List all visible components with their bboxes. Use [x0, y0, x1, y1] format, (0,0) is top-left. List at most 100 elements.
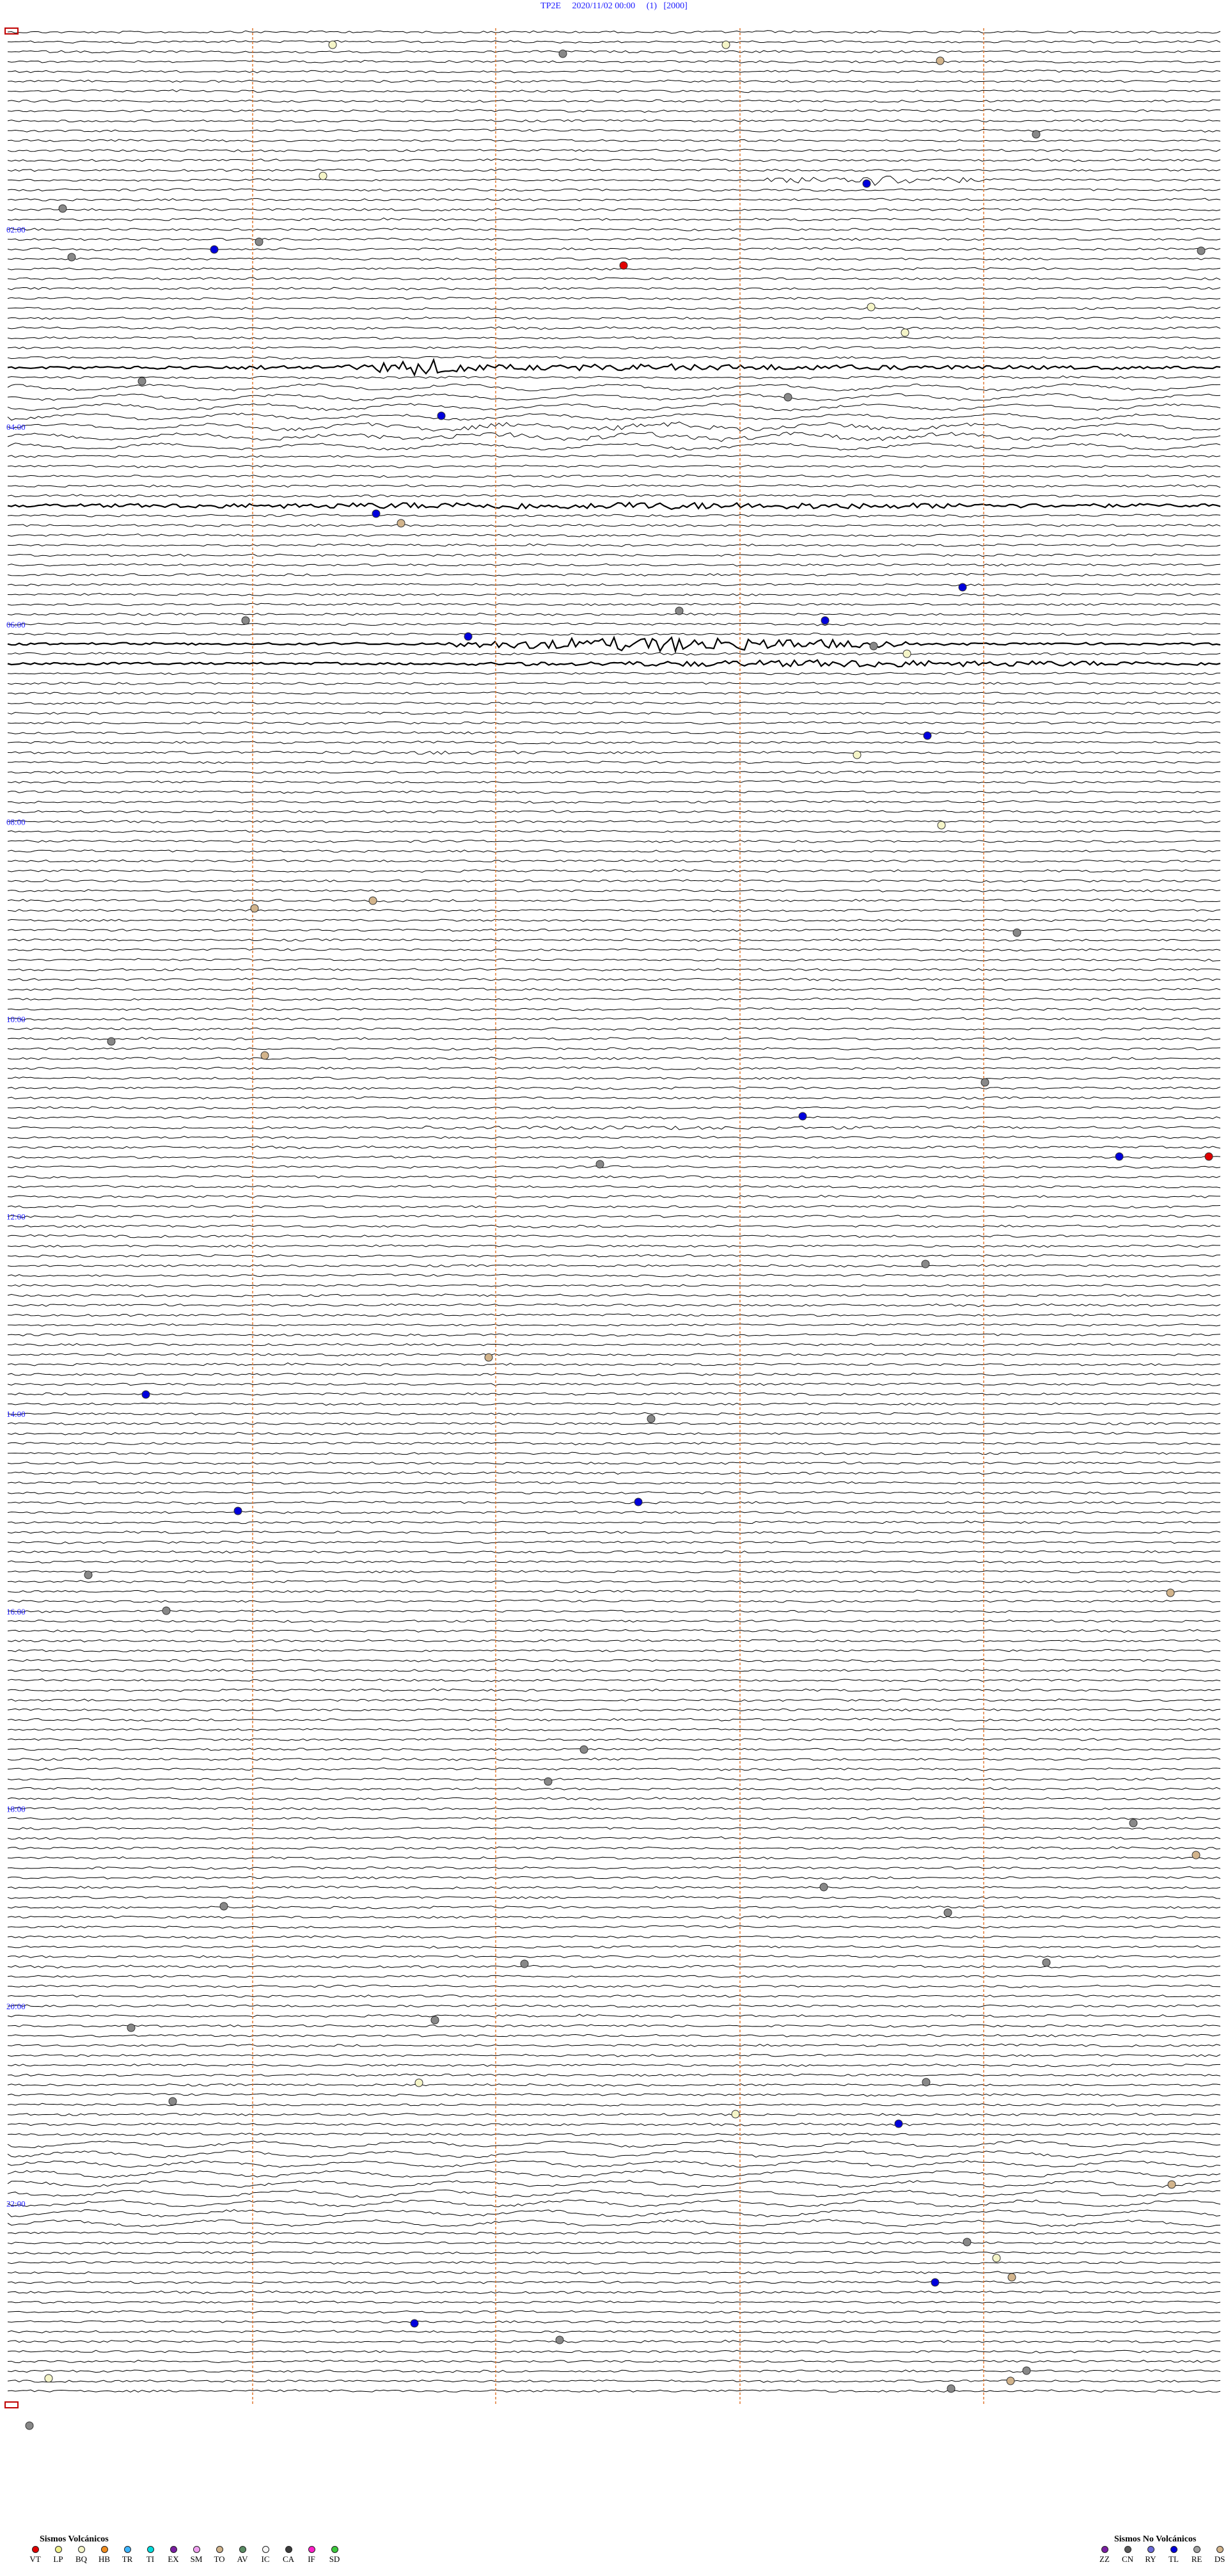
trace-line [7, 612, 1221, 617]
trace-line [7, 1836, 1221, 1840]
trace-line [7, 109, 1221, 113]
trace-line [7, 1254, 1221, 1258]
legend-dot-icon [1170, 2546, 1177, 2553]
trace-line [7, 2310, 1221, 2314]
trace-line [7, 59, 1220, 64]
legend-volcanic-vt: VT [26, 2546, 45, 2564]
trace-line [7, 1728, 1221, 1732]
trace-line [7, 175, 1221, 186]
legend-code: LP [53, 2554, 63, 2564]
trace-line [7, 1353, 1221, 1357]
trace-line [7, 2199, 1221, 2208]
event-marker-icon [328, 40, 337, 49]
trace-line [7, 267, 1221, 271]
hour-label: 22:00 [6, 2199, 26, 2209]
trace-line [7, 306, 1221, 310]
trace-line [7, 898, 1221, 903]
event-marker-icon [579, 1745, 588, 1754]
trace-line [7, 1224, 1221, 1229]
event-marker-icon [58, 204, 67, 213]
legend-volcanic-sm: SM [187, 2546, 206, 2564]
trace-line [7, 879, 1221, 883]
trace-line [7, 454, 1221, 458]
trace-line [7, 553, 1221, 557]
trace-line [7, 523, 1221, 527]
trace-line [7, 1964, 1221, 1969]
legend-code: BQ [75, 2554, 88, 2564]
event-marker-icon [1022, 2366, 1031, 2375]
trace-line [7, 750, 1221, 755]
trace-line [7, 2132, 1221, 2137]
legend-volcanic-av: AV [233, 2546, 252, 2564]
event-marker-icon [555, 2335, 564, 2344]
legend-dot-icon [100, 2546, 108, 2553]
trace-line [7, 2270, 1221, 2275]
trace-line [7, 681, 1221, 686]
legend-volcanic-bq: BQ [72, 2546, 91, 2564]
legend-nonvolcanic-zz: ZZ [1095, 2546, 1114, 2564]
trace-line [7, 1234, 1221, 1238]
trace-line [7, 1027, 1221, 1031]
trace-line [7, 1194, 1220, 1199]
event-marker-icon [210, 245, 219, 254]
trace-line [7, 2150, 1221, 2158]
trace-line [7, 297, 1221, 301]
hour-label: 18:00 [6, 1804, 26, 1813]
trace-line [7, 237, 1221, 241]
legend-code: RY [1145, 2554, 1156, 2564]
event-marker-icon [67, 253, 76, 262]
trace-line [7, 1975, 1221, 1979]
trace-line [7, 839, 1221, 844]
trace-line [7, 1984, 1221, 1988]
event-marker-icon [484, 1353, 493, 1362]
event-marker-icon [1042, 1958, 1051, 1967]
trace-line [7, 1866, 1221, 1870]
event-marker-icon [980, 1078, 989, 1087]
event-marker-icon [721, 40, 730, 49]
legend-dot-icon [1124, 2546, 1131, 2553]
legend-volcanic-lp: LP [49, 2546, 68, 2564]
legend-code: CN [1121, 2554, 1134, 2564]
trace-line [8, 948, 1221, 952]
trace-line [7, 2350, 1221, 2353]
event-marker-icon [675, 606, 684, 615]
event-marker-icon [162, 1606, 171, 1615]
event-marker-icon [595, 1160, 604, 1169]
trace-line [7, 1945, 1221, 1949]
trace-line [7, 563, 1221, 567]
trace-line [7, 2359, 1221, 2364]
event-marker-icon [558, 49, 567, 58]
event-marker-icon [1115, 1152, 1124, 1161]
hour-label: 20:00 [6, 2002, 26, 2011]
trace-line [7, 1777, 1221, 1781]
trace-line [7, 2209, 1221, 2218]
legend-dot-icon [239, 2546, 246, 2553]
event-marker-icon [821, 616, 830, 625]
trace-line [7, 1590, 1221, 1593]
legend-code: EX [168, 2554, 179, 2564]
trace-line [7, 1461, 1221, 1465]
legend-nonvolcanic-tl: TL [1164, 2546, 1183, 2564]
trace-line [7, 1086, 1221, 1090]
trace-line [7, 1806, 1221, 1810]
trace-line [7, 474, 1221, 478]
trace-line [7, 701, 1221, 705]
trace-line [7, 938, 1221, 942]
trace-line [7, 50, 1221, 54]
trace-line [7, 1570, 1221, 1574]
event-marker-icon [1167, 2180, 1176, 2189]
trace-line [7, 1501, 1221, 1505]
trace-line [7, 731, 1221, 735]
trace-line [7, 583, 1221, 587]
event-marker-icon [127, 2023, 136, 2032]
trace-line [7, 603, 1221, 606]
trace-line [7, 780, 1221, 784]
trace-line [7, 721, 1221, 725]
event-marker-icon [619, 261, 628, 270]
trace-line [7, 2330, 1221, 2334]
legend-nonvolcanic-ds: DS [1210, 2546, 1228, 2564]
trace-line [7, 2053, 1221, 2057]
trace-line [8, 761, 1221, 764]
event-marker-icon [372, 509, 381, 518]
event-marker-icon [410, 2319, 419, 2328]
